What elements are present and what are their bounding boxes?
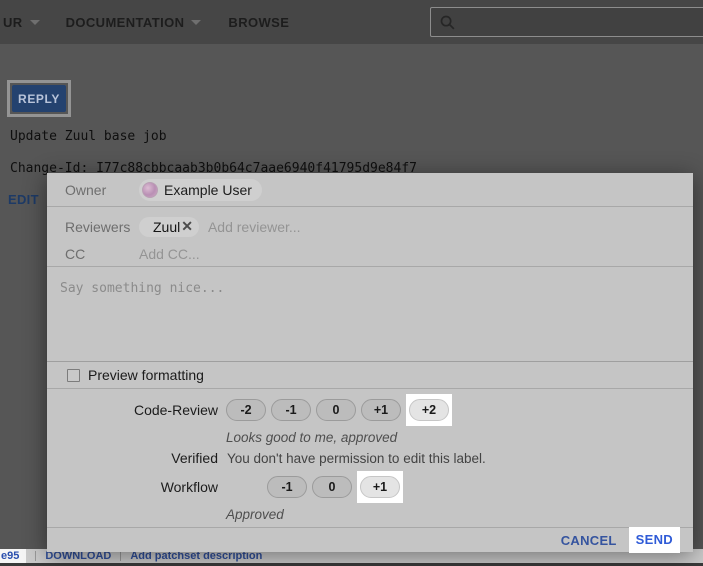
commit-message-title: Update Zuul base job	[10, 129, 167, 144]
add-reviewer-input[interactable]: Add reviewer...	[208, 219, 301, 235]
dialog-actions: CANCEL SEND	[47, 527, 693, 552]
workflow-minus1-button[interactable]: -1	[267, 476, 307, 498]
top-header: UR DOCUMENTATION BROWSE	[0, 0, 703, 44]
reviewers-label: Reviewers	[47, 219, 139, 235]
code-review-plus1-button[interactable]: +1	[361, 399, 401, 421]
owner-row: Owner Example User	[47, 173, 693, 207]
verified-label: Verified	[47, 450, 218, 466]
avatar	[142, 182, 158, 198]
labels-scoring-section: Code-Review -2 -1 0 +1 +2 Looks good to …	[47, 389, 693, 523]
reply-message-textarea[interactable]: Say something nice...	[47, 267, 693, 362]
reviewers-row: Reviewers Zuul ✕ Add reviewer...	[47, 213, 693, 240]
code-review-hint: Looks good to me, approved	[226, 428, 693, 447]
cc-row: CC Add CC...	[47, 240, 693, 267]
cc-label: CC	[47, 246, 139, 262]
preview-formatting-label: Preview formatting	[88, 367, 204, 383]
reviewer-chip-zuul[interactable]: Zuul ✕	[139, 217, 199, 237]
code-review-minus2-button[interactable]: -2	[226, 399, 266, 421]
search-input[interactable]	[430, 7, 703, 37]
cancel-button[interactable]: CANCEL	[561, 533, 617, 548]
verified-row: Verified You don't have permission to ed…	[47, 447, 693, 469]
nav-item-browse[interactable]: BROWSE	[228, 15, 289, 30]
add-cc-input[interactable]: Add CC...	[139, 246, 200, 262]
chevron-down-icon	[30, 20, 40, 25]
reviewers-section: Reviewers Zuul ✕ Add reviewer... CC Add …	[47, 207, 693, 267]
send-button[interactable]: SEND	[636, 532, 673, 547]
divider	[120, 551, 121, 561]
owner-label: Owner	[47, 182, 139, 198]
nav-item-label: BROWSE	[228, 15, 289, 30]
reply-button-focus-ring: REPLY	[7, 80, 71, 117]
owner-chip[interactable]: Example User	[139, 179, 262, 201]
reply-button[interactable]: REPLY	[12, 85, 66, 112]
nav-item-label: DOCUMENTATION	[66, 15, 185, 30]
preview-formatting-row: Preview formatting	[47, 362, 693, 389]
verified-permission-message: You don't have permission to edit this l…	[227, 451, 486, 466]
code-review-plus2-button[interactable]: +2	[409, 399, 449, 421]
workflow-row: Workflow -1 0 +1	[47, 469, 693, 505]
workflow-plus1-button[interactable]: +1	[360, 476, 400, 498]
workflow-hint: Approved	[226, 505, 693, 524]
code-review-zero-button[interactable]: 0	[316, 399, 356, 421]
nav-item-ur[interactable]: UR	[3, 15, 40, 30]
code-review-plus2-highlight: +2	[406, 394, 452, 426]
chevron-down-icon	[191, 20, 201, 25]
workflow-buttons: -1 0 +1	[267, 471, 403, 503]
divider	[35, 551, 36, 561]
workflow-zero-button[interactable]: 0	[312, 476, 352, 498]
preview-formatting-checkbox[interactable]	[67, 369, 80, 382]
nav-item-label: UR	[3, 15, 23, 30]
patchset-ref-link[interactable]: e95	[0, 549, 26, 563]
search-icon	[439, 14, 456, 31]
send-button-highlight: SEND	[629, 527, 680, 553]
edit-link[interactable]: EDIT	[8, 192, 39, 207]
code-review-buttons: -2 -1 0 +1 +2	[226, 394, 452, 426]
reviewer-chip-label: Zuul	[153, 219, 180, 235]
reply-dialog: Owner Example User Reviewers Zuul ✕ Add …	[47, 173, 693, 552]
workflow-plus1-highlight: +1	[357, 471, 403, 503]
nav-item-documentation[interactable]: DOCUMENTATION	[66, 15, 202, 30]
workflow-label: Workflow	[47, 479, 218, 495]
remove-reviewer-icon[interactable]: ✕	[181, 218, 193, 235]
code-review-label: Code-Review	[47, 402, 218, 418]
code-review-row: Code-Review -2 -1 0 +1 +2	[47, 392, 693, 428]
owner-chip-label: Example User	[164, 182, 252, 198]
code-review-minus1-button[interactable]: -1	[271, 399, 311, 421]
